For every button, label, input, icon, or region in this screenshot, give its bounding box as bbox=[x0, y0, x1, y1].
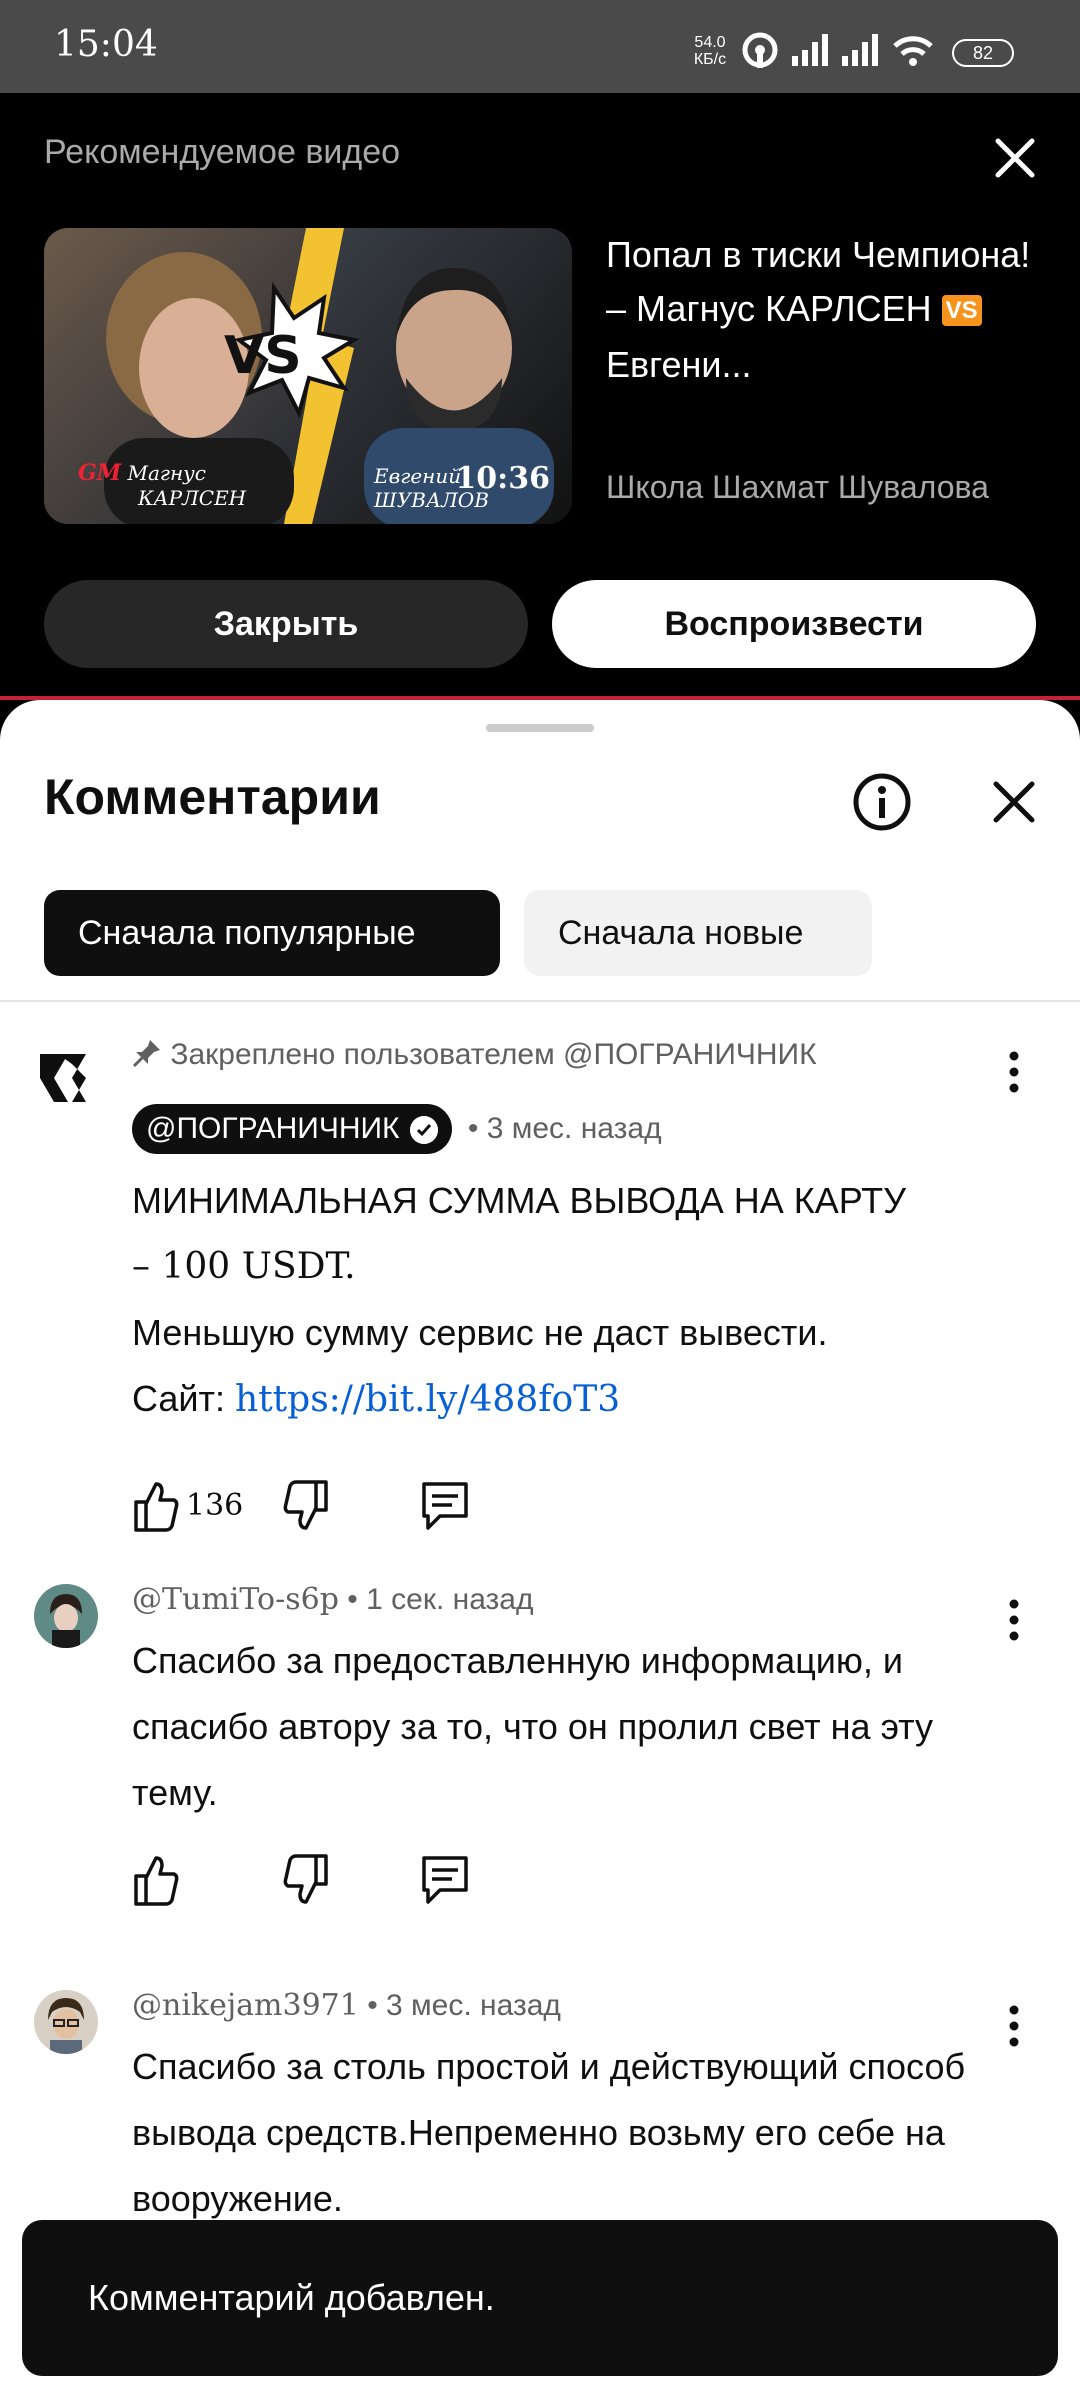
signal-icon bbox=[792, 34, 828, 66]
comment-text: Спасибо за столь простой и действующий с… bbox=[132, 2046, 966, 2219]
comment-text: Спасибо за предоставленную информацию, и… bbox=[132, 1640, 934, 1813]
signal-icon bbox=[842, 34, 878, 66]
close-icon[interactable] bbox=[990, 133, 1040, 183]
pinned-label: Закреплено пользователем @ПОГРАНИЧНИК bbox=[132, 1038, 817, 1072]
comment-meta: @ПОГРАНИЧНИК • 3 мес. назад bbox=[132, 1104, 662, 1154]
avatar[interactable] bbox=[34, 1990, 98, 2054]
divider bbox=[0, 1000, 1080, 1002]
more-options-icon[interactable] bbox=[1000, 1050, 1028, 1094]
reply-icon[interactable] bbox=[420, 1478, 470, 1534]
comments-sheet: Комментарии Сначала популярные Сначала н… bbox=[0, 700, 1080, 2400]
verified-icon bbox=[409, 1116, 438, 1144]
comment-meta: @TumiTo-s6p • 1 сек. назад bbox=[132, 1582, 534, 1617]
reply-icon[interactable] bbox=[420, 1852, 470, 1908]
comment-actions: 136 bbox=[132, 1478, 532, 1538]
recommended-video-panel: Рекомендуемое видео VS GM Магнус КАРЛСЕН… bbox=[0, 93, 1080, 698]
close-button[interactable]: Закрыть bbox=[44, 580, 528, 668]
close-icon[interactable] bbox=[988, 776, 1040, 828]
comments-title: Комментарии bbox=[44, 769, 381, 825]
info-icon[interactable] bbox=[852, 772, 912, 832]
like-icon[interactable] bbox=[132, 1852, 180, 1908]
vs-badge: VS bbox=[941, 295, 982, 327]
thumb-left-caption: GM Магнус КАРЛСЕН bbox=[78, 460, 247, 510]
comment-author[interactable]: @nikejam3971 bbox=[132, 1988, 359, 2023]
pin-icon bbox=[132, 1040, 160, 1068]
video-thumbnail[interactable]: VS GM Магнус КАРЛСЕН Евгений ШУВАЛОВ 10:… bbox=[44, 228, 572, 524]
snackbar-toast: Комментарий добавлен. bbox=[22, 2220, 1058, 2376]
sort-chip-popular[interactable]: Сначала популярные bbox=[44, 890, 500, 976]
dislike-icon[interactable] bbox=[282, 1478, 330, 1534]
status-bar: 15:04 54.0 КБ/с 82 bbox=[0, 0, 1080, 93]
net-speed: 54.0 КБ/с bbox=[693, 34, 727, 68]
sort-chip-newest[interactable]: Сначала новые bbox=[524, 890, 872, 976]
channel-name[interactable]: Школа Шахмат Шувалова bbox=[606, 469, 989, 506]
avatar[interactable] bbox=[34, 1048, 98, 1112]
comment-time: • 3 мес. назад bbox=[367, 1989, 561, 2022]
comment-text: МИНИМАЛЬНАЯ СУММА ВЫВОДА НА КАРТУ – 100 … bbox=[132, 1180, 906, 1420]
wifi-icon bbox=[893, 36, 933, 66]
recommended-header: Рекомендуемое видео bbox=[44, 133, 401, 171]
battery-icon: 82 bbox=[952, 39, 1014, 67]
avatar[interactable] bbox=[34, 1584, 98, 1648]
comment-link[interactable]: https://bit.ly/488foT3 bbox=[235, 1379, 620, 1420]
hotspot-icon bbox=[742, 32, 778, 68]
comment-time: • 1 сек. назад bbox=[347, 1583, 534, 1616]
comment-author[interactable]: @TumiTo-s6p bbox=[132, 1582, 339, 1617]
video-title[interactable]: Попал в тиски Чемпиона! – Магнус КАРЛСЕН… bbox=[606, 228, 1046, 392]
author-badge[interactable]: @ПОГРАНИЧНИК bbox=[132, 1104, 452, 1154]
play-button[interactable]: Воспроизвести bbox=[552, 580, 1036, 668]
video-duration: 10:36 bbox=[455, 461, 550, 496]
drag-handle[interactable] bbox=[486, 724, 594, 732]
comment-actions bbox=[132, 1852, 532, 1912]
like-count: 136 bbox=[186, 1488, 244, 1523]
comment-time: • 3 мес. назад bbox=[467, 1112, 662, 1145]
like-icon[interactable] bbox=[132, 1478, 180, 1534]
dislike-icon[interactable] bbox=[282, 1852, 330, 1908]
status-time: 15:04 bbox=[54, 24, 158, 65]
comment-meta: @nikejam3971 • 3 мес. назад bbox=[132, 1988, 561, 2023]
thumb-vs-text: VS bbox=[224, 326, 302, 386]
